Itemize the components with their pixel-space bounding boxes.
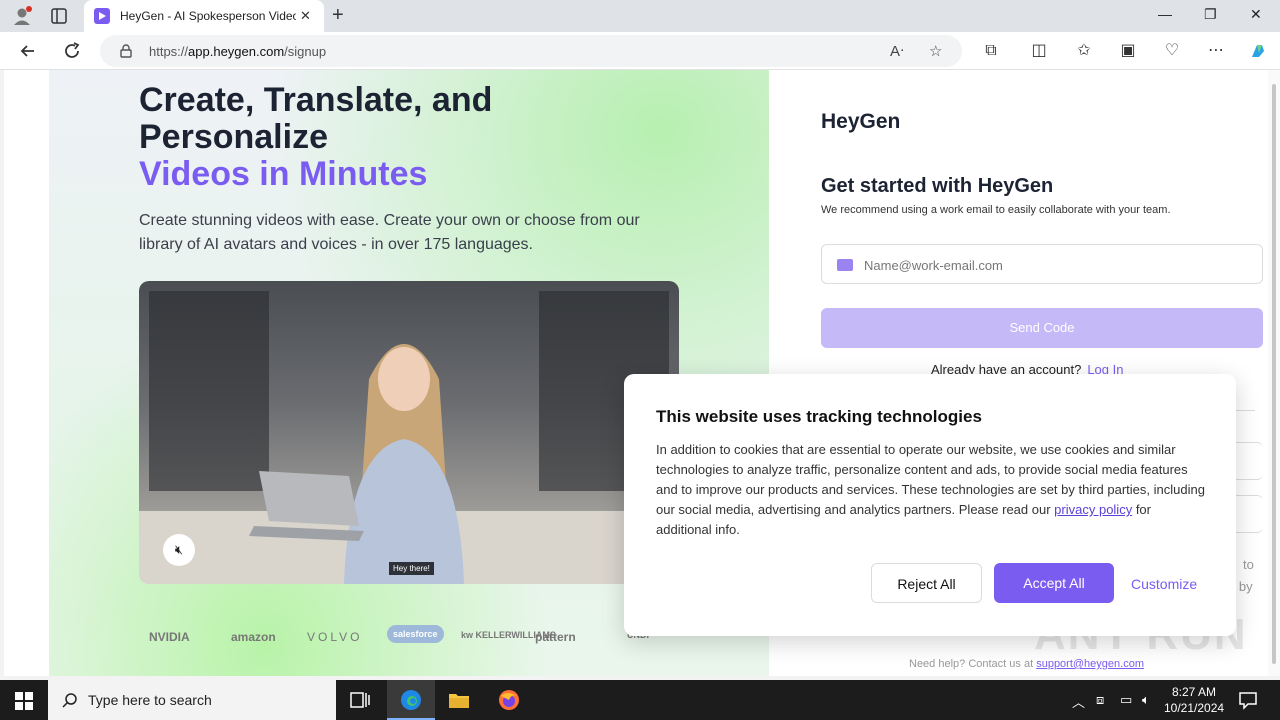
headline-accent: Videos in Minutes xyxy=(139,155,428,193)
logo-pattern: pattern xyxy=(535,630,576,644)
search-icon xyxy=(62,693,77,708)
email-input[interactable] xyxy=(864,254,1244,276)
firefox-icon[interactable] xyxy=(497,688,521,712)
logo-salesforce: salesforce xyxy=(387,625,444,643)
clock-date: 10/21/2024 xyxy=(1164,701,1225,715)
logo-amazon: amazon xyxy=(231,630,276,644)
copilot-icon[interactable] xyxy=(1248,41,1268,61)
hero-subtext: Create stunning videos with ease. Create… xyxy=(139,212,640,253)
browser-tab-active[interactable]: HeyGen - AI Spokesperson Video ✕ xyxy=(84,0,324,32)
search-placeholder: Type here to search xyxy=(88,692,212,708)
heygen-favicon-icon xyxy=(94,8,110,24)
address-bar[interactable]: https://app.heygen.com/signup Aᐧ ☆ xyxy=(100,35,962,67)
cookie-body: In addition to cookies that are essentia… xyxy=(656,440,1206,540)
laptop xyxy=(249,471,364,541)
terms-text-fragment-1: to xyxy=(1243,557,1254,572)
close-tab-icon[interactable]: ✕ xyxy=(300,8,311,24)
logo-nvidia: NVIDIA xyxy=(149,630,190,644)
browser-tab-strip: HeyGen - AI Spokesperson Video ✕ + — ❐ ✕ xyxy=(0,0,1280,32)
cookie-consent-dialog: This website uses tracking technologies … xyxy=(624,374,1236,636)
split-screen-icon[interactable]: ◫ xyxy=(1029,41,1049,61)
demo-video[interactable]: 🔇︎ Hey there! xyxy=(139,281,679,584)
refresh-icon[interactable] xyxy=(62,41,82,61)
edge-icon[interactable] xyxy=(399,688,423,712)
clock-time: 8:27 AM xyxy=(1171,685,1217,699)
logo-volvo: VOLVO xyxy=(307,630,363,644)
tab-actions-icon[interactable] xyxy=(50,7,68,25)
mail-icon xyxy=(837,259,853,271)
browser-toolbar: https://app.heygen.com/signup Aᐧ ☆ ⧉ ◫ ✩… xyxy=(0,32,1280,70)
cookie-title: This website uses tracking technologies xyxy=(656,407,982,426)
bookshelf-left xyxy=(149,291,269,491)
favorites-icon[interactable]: ✩ xyxy=(1074,41,1094,61)
task-view-icon[interactable] xyxy=(348,688,372,712)
back-icon[interactable] xyxy=(18,41,38,61)
reject-all-button[interactable]: Reject All xyxy=(871,563,982,603)
signup-subtitle: We recommend using a work email to easil… xyxy=(821,204,1171,216)
signup-title: Get started with HeyGen xyxy=(821,175,1054,197)
volume-icon[interactable]: 🔈︎ xyxy=(1142,692,1150,708)
lock-icon[interactable] xyxy=(120,44,132,58)
tab-title: HeyGen - AI Spokesperson Video xyxy=(120,9,296,23)
new-tab-icon[interactable]: + xyxy=(332,4,344,27)
mute-button[interactable]: 🔇︎ xyxy=(163,534,195,566)
avatar-presenter xyxy=(344,344,464,584)
headline-line-1: Create, Translate, and xyxy=(139,81,493,119)
taskbar-search[interactable]: Type here to search xyxy=(48,680,336,720)
network-icon[interactable]: ⧈ xyxy=(1096,692,1104,708)
accept-all-button[interactable]: Accept All xyxy=(994,563,1114,603)
privacy-policy-link[interactable]: privacy policy xyxy=(1054,502,1132,517)
email-field[interactable] xyxy=(821,244,1263,284)
heygen-logo: HeyGen xyxy=(821,110,901,133)
profile-icon[interactable] xyxy=(12,6,32,26)
hero-headline: Create, Translate, and Personalize Video… xyxy=(139,82,579,193)
tray-chevron-up-icon[interactable]: ︿ xyxy=(1072,692,1085,711)
notifications-icon[interactable] xyxy=(1236,688,1260,712)
extensions-icon[interactable]: ⧉ xyxy=(981,41,1001,61)
close-window-icon[interactable]: ✕ xyxy=(1250,6,1262,23)
more-menu-icon[interactable]: ⋯ xyxy=(1206,41,1226,61)
browser-essentials-icon[interactable]: ♡ xyxy=(1162,41,1182,61)
windows-start-icon[interactable] xyxy=(15,692,33,710)
minimize-icon[interactable]: — xyxy=(1158,6,1172,22)
customer-logos: NVIDIA amazon VOLVO salesforce kw KELLER… xyxy=(149,623,669,653)
favorite-star-icon[interactable]: ☆ xyxy=(929,42,942,60)
taskbar-clock[interactable]: 8:27 AM 10/21/2024 xyxy=(1164,684,1224,716)
battery-icon[interactable]: ▭ xyxy=(1120,692,1132,708)
customize-button[interactable]: Customize xyxy=(1131,576,1197,592)
video-caption: Hey there! xyxy=(389,562,434,575)
file-explorer-icon[interactable] xyxy=(447,688,471,712)
read-aloud-icon[interactable]: Aᐧ xyxy=(890,42,904,60)
url-text[interactable]: https://app.heygen.com/signup xyxy=(149,44,326,59)
collections-icon[interactable]: ▣ xyxy=(1118,41,1138,61)
headline-line-2: Personalize xyxy=(139,118,328,156)
help-label: Need help? Contact us at xyxy=(909,658,1034,670)
send-code-button[interactable]: Send Code xyxy=(821,308,1263,348)
maximize-icon[interactable]: ❐ xyxy=(1204,6,1217,23)
windows-taskbar: Type here to search ︿ ⧈ ▭ 🔈︎ 8:27 AM 10/… xyxy=(0,680,1280,720)
page-scrollbar[interactable] xyxy=(1268,70,1280,676)
scrollbar-thumb[interactable] xyxy=(1272,84,1276,664)
